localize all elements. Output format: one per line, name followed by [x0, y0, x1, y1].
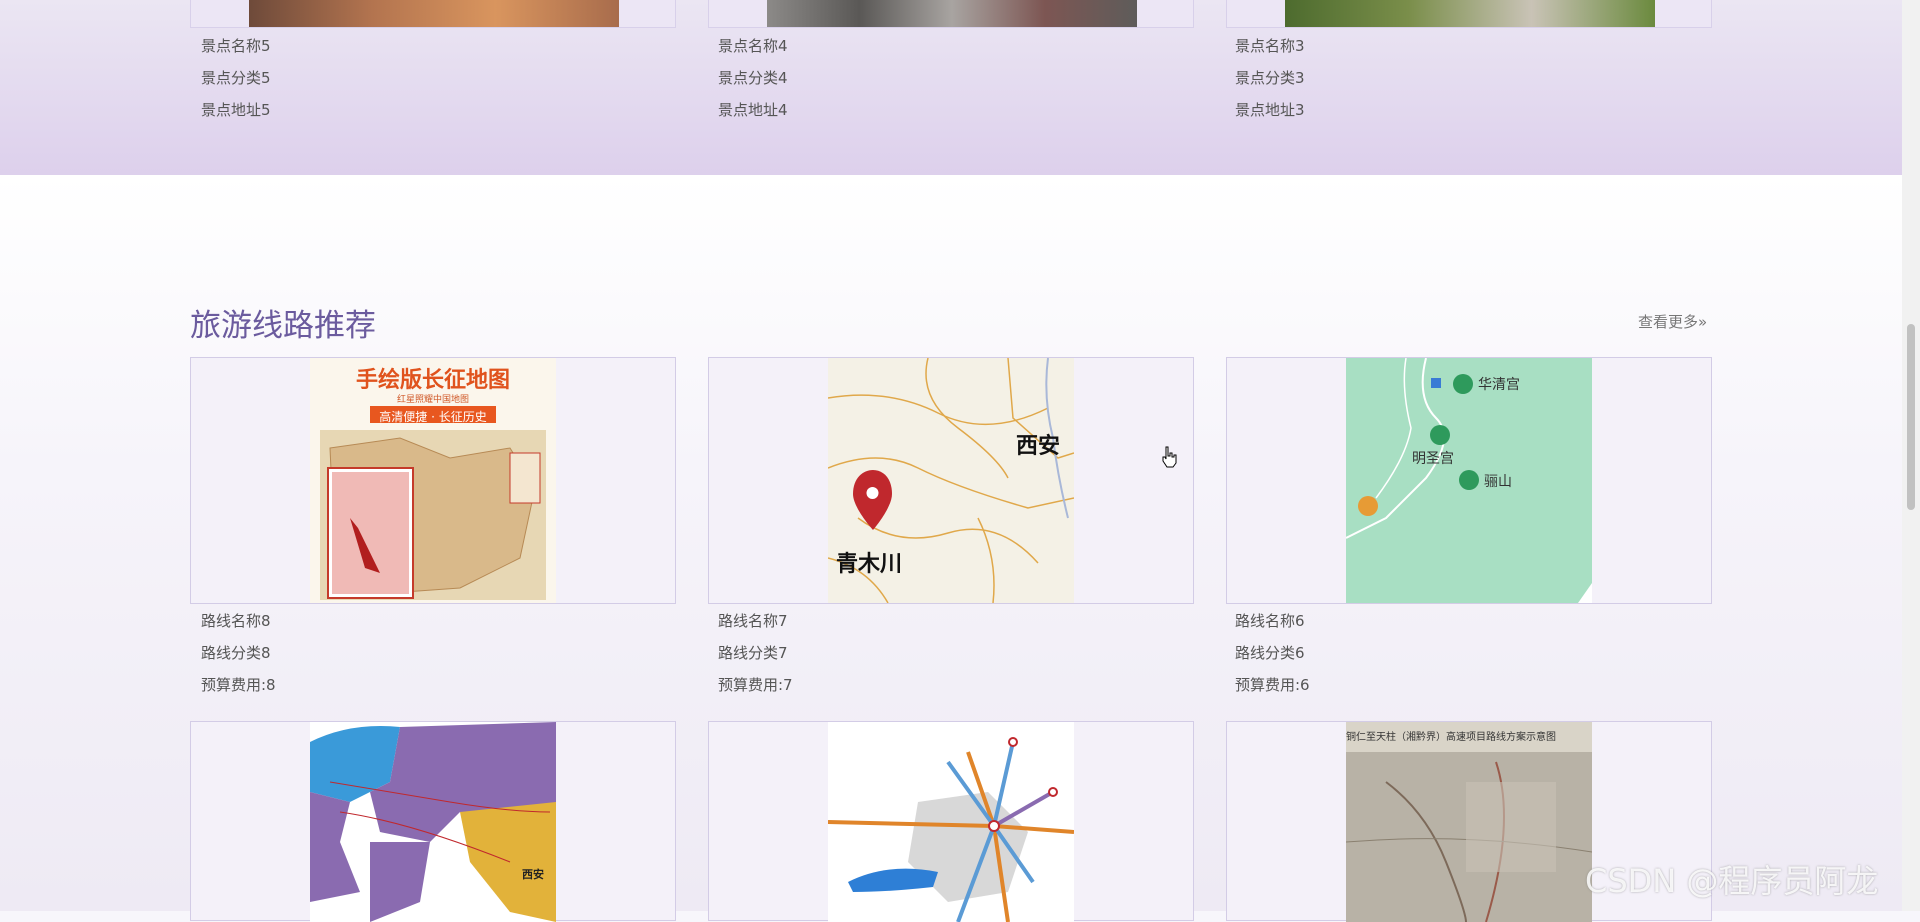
- route-card[interactable]: 手绘版长征地图 红星照耀中国地图 高清便捷 · 长征历史: [190, 357, 676, 604]
- route-category: 路线分类6: [1235, 644, 1305, 662]
- attraction-meta: 景点名称3 景点分类3 景点地址3: [1235, 30, 1305, 126]
- route-card[interactable]: 华清宫 明圣宫 骊山: [1226, 357, 1712, 604]
- attraction-photo: [249, 0, 619, 27]
- attraction-address: 景点地址4: [718, 101, 788, 119]
- route-map-image: 手绘版长征地图 红星照耀中国地图 高清便捷 · 长征历史: [310, 358, 556, 603]
- attraction-address: 景点地址5: [201, 101, 271, 119]
- route-category: 路线分类8: [201, 644, 271, 662]
- route-map-image: 华清宫 明圣宫 骊山: [1346, 358, 1592, 603]
- map-city-label: 西安: [522, 868, 544, 881]
- attraction-address: 景点地址3: [1235, 101, 1305, 119]
- attractions-section: 景点名称5 景点分类5 景点地址5 景点名称4 景点分类4 景点地址4 景点名称…: [0, 0, 1902, 175]
- map-city-label: 青木川: [836, 552, 903, 577]
- map-place-label: 明圣宫: [1412, 451, 1454, 467]
- route-map-image: 铜仁至天柱（湘黔界）高速项目路线方案示意图: [1346, 722, 1592, 922]
- attraction-meta: 景点名称5 景点分类5 景点地址5: [201, 30, 271, 126]
- huaqing-map-icon: [1346, 358, 1592, 603]
- map-city-label: 西安: [1016, 434, 1061, 459]
- attraction-category: 景点分类5: [201, 69, 271, 87]
- route-budget: 预算费用:6: [1235, 676, 1310, 694]
- view-more-link[interactable]: 查看更多»: [1638, 311, 1707, 332]
- route-name[interactable]: 路线名称7: [718, 605, 793, 637]
- route-name[interactable]: 路线名称6: [1235, 605, 1310, 637]
- attraction-category: 景点分类3: [1235, 69, 1305, 87]
- route-card[interactable]: 西安 青木川: [708, 357, 1194, 604]
- route-map-image: 西安: [310, 722, 556, 922]
- map-title: 铜仁至天柱（湘黔界）高速项目路线方案示意图: [1346, 732, 1556, 743]
- attraction-photo: [767, 0, 1137, 27]
- map-subtitle: 红星照耀中国地图: [396, 395, 469, 405]
- route-category: 路线分类7: [718, 644, 788, 662]
- map-banner: 高清便捷 · 长征历史: [379, 410, 487, 424]
- hand-cursor-icon: [1162, 446, 1177, 468]
- attraction-card-image[interactable]: [708, 0, 1194, 28]
- attraction-name[interactable]: 景点名称4: [718, 30, 788, 62]
- route-name[interactable]: 路线名称8: [201, 605, 276, 637]
- route-meta: 路线名称7 路线分类7 预算费用:7: [718, 605, 793, 701]
- route-meta: 路线名称6 路线分类6 预算费用:6: [1235, 605, 1310, 701]
- attraction-meta: 景点名称4 景点分类4 景点地址4: [718, 30, 788, 126]
- railway-map-icon: [828, 722, 1074, 922]
- route-card[interactable]: 西安: [190, 721, 676, 922]
- map-place-label: 华清宫: [1478, 377, 1520, 393]
- highway-plan-map-icon: [1346, 722, 1592, 922]
- attraction-card-image[interactable]: [1226, 0, 1712, 28]
- attraction-name[interactable]: 景点名称3: [1235, 30, 1305, 62]
- attraction-card-image[interactable]: [190, 0, 676, 28]
- route-map-image: 西安 青木川: [828, 358, 1074, 603]
- attraction-name[interactable]: 景点名称5: [201, 30, 271, 62]
- vertical-scrollbar[interactable]: [1902, 0, 1920, 911]
- route-meta: 路线名称8 路线分类8 预算费用:8: [201, 605, 276, 701]
- route-budget: 预算费用:7: [718, 676, 793, 694]
- scrollbar-thumb[interactable]: [1907, 324, 1915, 510]
- route-card[interactable]: [708, 721, 1194, 922]
- route-map-image: [828, 722, 1074, 922]
- map-place-label: 骊山: [1484, 474, 1512, 490]
- attraction-category: 景点分类4: [718, 69, 788, 87]
- watermark: CSDN @程序员阿龙: [1585, 862, 1879, 900]
- map-title: 手绘版长征地图: [355, 368, 510, 393]
- section-title: 旅游线路推荐: [190, 308, 376, 344]
- route-budget: 预算费用:8: [201, 676, 276, 694]
- attraction-photo: [1285, 0, 1655, 27]
- eurasia-map-icon: [310, 722, 556, 922]
